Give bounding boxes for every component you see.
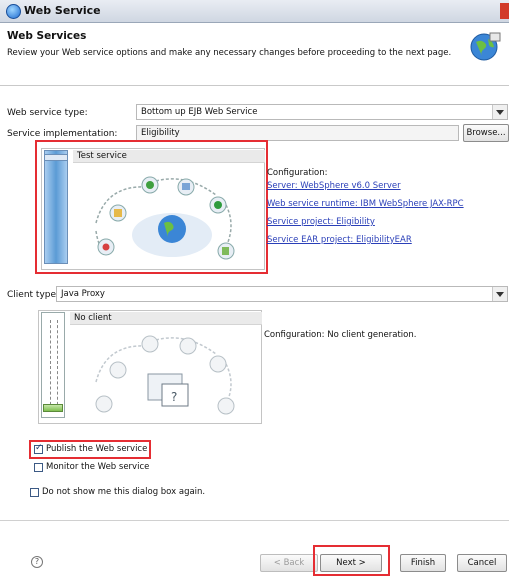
server-link[interactable]: Server: WebSphere v6.0 Server [267,181,401,191]
client-config-text: Configuration: No client generation. [264,330,417,340]
client-level-slider[interactable] [41,312,65,418]
service-diagram [95,176,235,260]
dont-show-checkbox[interactable] [30,488,39,497]
client-slider-label: No client [70,312,262,325]
next-button[interactable]: Next > [320,554,382,572]
back-button[interactable]: < Back [260,554,318,572]
client-slider-track [57,320,59,410]
monitor-checkbox[interactable] [34,463,43,472]
client-type-combo[interactable]: Java Proxy [56,286,508,302]
dont-show-label: Do not show me this dialog box again. [42,487,206,497]
browse-button[interactable]: Browse... [463,124,509,142]
service-impl-field[interactable]: Eligibility [136,125,459,141]
service-ear-link[interactable]: Service EAR project: EligibilityEAR [267,235,412,245]
footer-divider [0,520,509,521]
service-config-title: Configuration: [267,168,328,178]
finish-button[interactable]: Finish [400,554,446,572]
publish-label: Publish the Web service [46,444,148,454]
client-slider-track [50,320,52,410]
svg-text:?: ? [171,390,177,404]
window-title: Web Service [24,4,101,17]
cancel-button[interactable]: Cancel [457,554,507,572]
service-type-label: Web service type: [7,108,88,118]
service-level-slider[interactable] [44,150,68,264]
publish-checkbox[interactable] [34,443,43,454]
service-impl-label: Service implementation: [7,129,118,139]
service-project-link[interactable]: Service project: Eligibility [267,217,375,227]
close-button[interactable] [500,3,509,19]
service-type-value: Bottom up EJB Web Service [141,107,258,117]
page-description: Review your Web service options and make… [7,48,452,58]
web-service-icon [6,4,21,19]
service-slider-handle[interactable] [44,154,68,161]
client-slider-handle[interactable] [43,404,63,412]
service-type-combo[interactable]: Bottom up EJB Web Service [136,104,508,120]
runtime-link[interactable]: Web service runtime: IBM WebSphere JAX-R… [267,199,464,209]
service-impl-value: Eligibility [141,128,180,138]
chevron-down-icon[interactable] [492,105,507,119]
chevron-down-icon[interactable] [492,287,507,301]
client-type-value: Java Proxy [61,289,105,299]
client-diagram: ? [95,335,235,415]
service-slider-label: Test service [73,150,265,163]
client-type-label: Client type: [7,290,60,300]
monitor-label: Monitor the Web service [46,462,150,472]
page-title: Web Services [7,30,87,42]
help-icon[interactable]: ? [31,556,43,568]
globe-icon [470,32,501,61]
